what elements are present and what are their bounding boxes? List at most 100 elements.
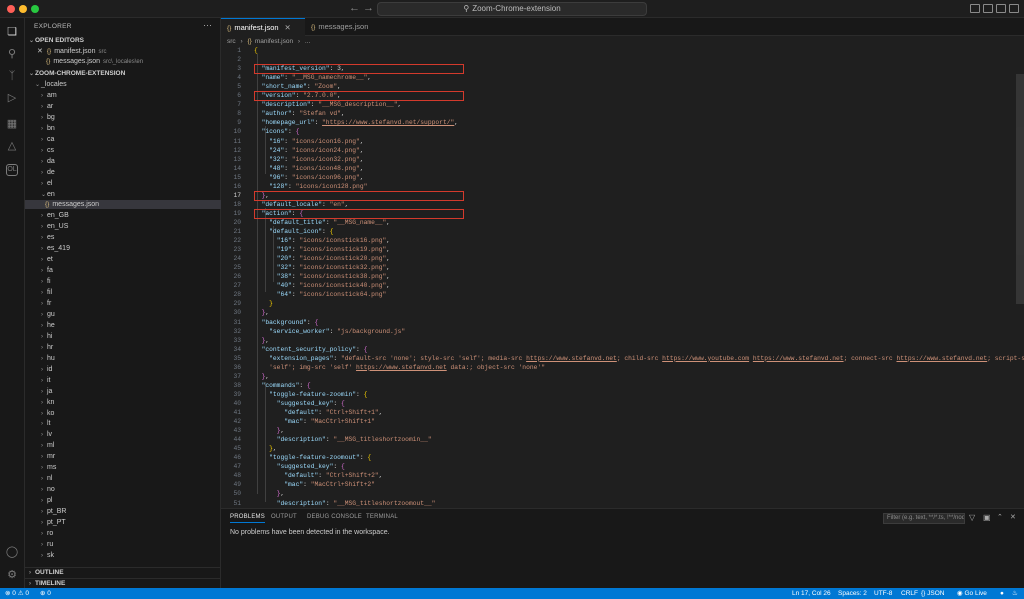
folder-locales[interactable]: ⌄_locales xyxy=(25,80,221,89)
back-arrow-icon[interactable]: ← xyxy=(349,2,360,14)
folder-es_419[interactable]: › es_419 xyxy=(25,244,221,253)
tab-problems[interactable]: PROBLEMS xyxy=(230,514,265,523)
go-live-button[interactable]: ◉ Go Live xyxy=(957,588,987,599)
folder-cs[interactable]: › cs xyxy=(25,146,221,155)
notifications-bell-icon[interactable]: ♨ xyxy=(1012,588,1018,599)
line-number: 49 xyxy=(233,481,241,489)
open-editor-item[interactable]: {} messages.json src\_locales\en xyxy=(25,57,221,66)
tab-manifest-json[interactable]: {} manifest.json ✕ xyxy=(221,18,305,36)
customize-layout-icon[interactable] xyxy=(1009,4,1019,13)
folder-ar[interactable]: › ar xyxy=(25,102,221,111)
run-debug-icon[interactable]: ▷ xyxy=(4,90,20,106)
folder-bn[interactable]: › bn xyxy=(25,124,221,133)
folder-ja[interactable]: › ja xyxy=(25,387,221,396)
folder-bg[interactable]: › bg xyxy=(25,113,221,122)
open-editor-item[interactable]: ✕{} manifest.json src xyxy=(25,47,221,56)
folder-es[interactable]: › es xyxy=(25,233,221,242)
tab-output[interactable]: OUTPUT xyxy=(271,514,297,520)
breadcrumb-folder[interactable]: src xyxy=(227,38,236,45)
files-icon[interactable]: ❏ xyxy=(4,24,20,40)
folder-ca[interactable]: › ca xyxy=(25,135,221,144)
folder-pt_BR[interactable]: › pt_BR xyxy=(25,507,221,516)
folder-ko[interactable]: › ko xyxy=(25,409,221,418)
folder-el[interactable]: › el xyxy=(25,179,221,188)
search-icon[interactable]: ⚲ xyxy=(4,46,20,62)
minimize-window-button[interactable] xyxy=(19,5,27,13)
folder-hr[interactable]: › hr xyxy=(25,343,221,352)
folder-ml[interactable]: › ml xyxy=(25,441,221,450)
account-icon[interactable]: ◯ xyxy=(4,544,20,560)
folder-fa[interactable]: › fa xyxy=(25,266,221,275)
close-window-button[interactable] xyxy=(7,5,15,13)
folder-pl[interactable]: › pl xyxy=(25,496,221,505)
folder-gu[interactable]: › gu xyxy=(25,310,221,319)
language-mode[interactable]: {} JSON xyxy=(921,588,945,599)
folder-en_US[interactable]: › en_US xyxy=(25,222,221,231)
folder-nl[interactable]: › nl xyxy=(25,474,221,483)
close-panel-icon[interactable]: ✕ xyxy=(1010,513,1016,521)
folder-de[interactable]: › de xyxy=(25,168,221,177)
folder-en[interactable]: ⌄en xyxy=(25,190,221,199)
folder-no[interactable]: › no xyxy=(25,485,221,494)
close-tab-icon[interactable]: ✕ xyxy=(285,23,291,32)
close-icon[interactable]: ✕ xyxy=(37,48,43,55)
folder-et[interactable]: › et xyxy=(25,255,221,264)
ports-status[interactable]: ⊕ 0 xyxy=(40,588,51,599)
breadcrumb-file[interactable]: manifest.json xyxy=(255,38,293,45)
folder-fil[interactable]: › fil xyxy=(25,288,221,297)
folder-it[interactable]: › it xyxy=(25,376,221,385)
file-messages-json[interactable]: {} messages.json xyxy=(25,200,221,210)
command-center[interactable]: ⚲ Zoom-Chrome-extension xyxy=(377,2,647,16)
folder-fi[interactable]: › fi xyxy=(25,277,221,286)
editor-scrollbar[interactable] xyxy=(1016,74,1024,304)
project-section[interactable]: ⌄ZOOM-CHROME-EXTENSION xyxy=(25,69,221,79)
eol-status[interactable]: CRLF xyxy=(901,588,918,599)
folder-lt[interactable]: › lt xyxy=(25,419,221,428)
folder-hi[interactable]: › hi xyxy=(25,332,221,341)
timeline-section[interactable]: › TIMELINE xyxy=(25,578,221,588)
open-editors-section[interactable]: ⌄OPEN EDITORS xyxy=(25,36,221,46)
more-actions-icon[interactable]: ⋯ xyxy=(203,20,212,31)
problems-filter-input[interactable]: Filter (e.g. text, **/*.ts, !**/node_mod… xyxy=(883,513,965,524)
testing-icon[interactable]: △ xyxy=(4,138,20,154)
settings-icon[interactable]: ⚙ xyxy=(4,567,20,583)
folder-da[interactable]: › da xyxy=(25,157,221,166)
folder-sk[interactable]: › sk xyxy=(25,551,221,560)
maximize-window-button[interactable] xyxy=(31,5,39,13)
toggle-sidebar-icon[interactable] xyxy=(970,4,980,13)
folder-pt_PT[interactable]: › pt_PT xyxy=(25,518,221,527)
folder-kn[interactable]: › kn xyxy=(25,398,221,407)
maximize-panel-icon[interactable]: ⌃ xyxy=(997,513,1003,521)
filter-icon[interactable]: ▽ xyxy=(969,513,975,522)
folder-lv[interactable]: › lv xyxy=(25,430,221,439)
extensions-icon[interactable]: ▦ xyxy=(4,116,20,132)
code-editor[interactable]: 1{2 3 "manifest_version": 3, 4 "name": "__… xyxy=(221,46,1024,508)
folder-am[interactable]: › am xyxy=(25,91,221,100)
tab-terminal[interactable]: TERMINAL xyxy=(366,514,398,520)
toggle-secondary-sidebar-icon[interactable] xyxy=(996,4,1006,13)
folder-he[interactable]: › he xyxy=(25,321,221,330)
folder-fr[interactable]: › fr xyxy=(25,299,221,308)
indentation-status[interactable]: Spaces: 2 xyxy=(838,588,867,599)
folder-en_GB[interactable]: › en_GB xyxy=(25,211,221,220)
breadcrumb-symbol[interactable]: ... xyxy=(305,38,310,45)
tab-debug-console[interactable]: DEBUG CONSOLE xyxy=(307,514,362,520)
accounts-status-icon[interactable]: ● xyxy=(1000,588,1004,599)
folder-hu[interactable]: › hu xyxy=(25,354,221,363)
folder-ro[interactable]: › ro xyxy=(25,529,221,538)
code-line: "background": { xyxy=(261,318,319,326)
source-control-icon[interactable]: ᛉ xyxy=(4,68,20,84)
ol-icon[interactable]: OL xyxy=(6,164,18,176)
folder-mr[interactable]: › mr xyxy=(25,452,221,461)
problems-status[interactable]: ⊗ 0 ⚠ 0 xyxy=(5,588,29,599)
encoding-status[interactable]: UTF-8 xyxy=(874,588,892,599)
folder-id[interactable]: › id xyxy=(25,365,221,374)
forward-arrow-icon[interactable]: → xyxy=(363,2,374,14)
tab-messages-json[interactable]: {} messages.json xyxy=(305,18,377,36)
cursor-position[interactable]: Ln 17, Col 26 xyxy=(792,588,831,599)
folder-ru[interactable]: › ru xyxy=(25,540,221,549)
collapse-all-icon[interactable]: ▣ xyxy=(983,513,991,522)
toggle-panel-icon[interactable] xyxy=(983,4,993,13)
folder-ms[interactable]: › ms xyxy=(25,463,221,472)
outline-section[interactable]: › OUTLINE xyxy=(25,567,221,577)
